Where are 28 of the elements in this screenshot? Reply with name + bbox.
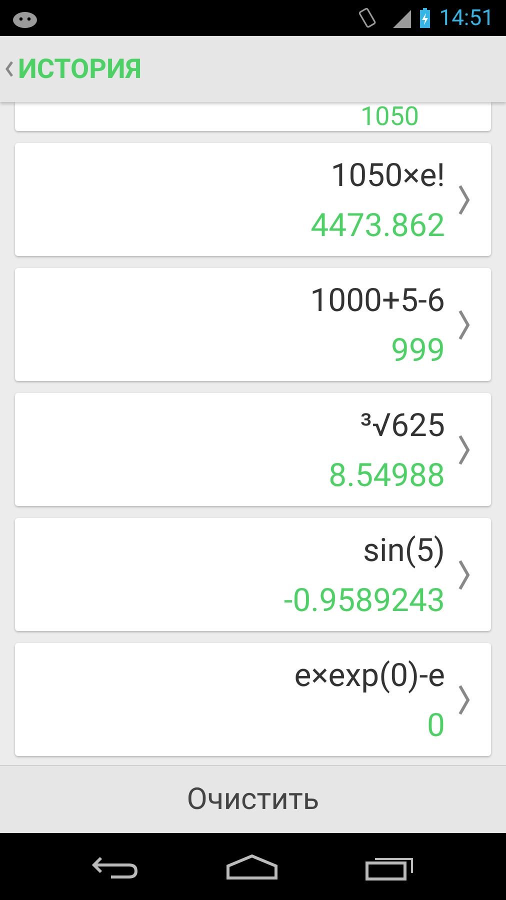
- history-card[interactable]: ³√625 8.54988: [15, 393, 491, 506]
- result-text: 0: [427, 706, 445, 742]
- chevron-right-icon: [457, 184, 471, 216]
- chevron-right-icon: [457, 308, 471, 340]
- clock: 14:51: [439, 4, 494, 32]
- back-chevron-icon: [4, 60, 14, 78]
- chevron-right-icon: [457, 558, 471, 590]
- history-card[interactable]: 1050×e! 4473.862: [15, 143, 491, 256]
- chevron-right-icon: [457, 434, 471, 466]
- result-text: 999: [391, 332, 445, 368]
- chevron-right-icon: [457, 684, 471, 716]
- expression-text: 1000+5-6: [310, 282, 445, 318]
- history-card[interactable]: sin(5) -0.9589243: [15, 518, 491, 631]
- signal-icon: [391, 8, 412, 28]
- result-text: 1050: [360, 103, 419, 131]
- home-icon[interactable]: [225, 854, 279, 880]
- expression-text: ³√625: [360, 406, 445, 442]
- history-card[interactable]: 1000+5-6 999: [15, 268, 491, 381]
- expression-text: 1050×e!: [330, 156, 445, 192]
- clear-button[interactable]: Очистить: [0, 765, 506, 833]
- result-text: 8.54988: [328, 456, 445, 492]
- expression-text: e×exp(0)-e: [294, 656, 445, 692]
- expression-text: sin(5): [362, 532, 445, 568]
- result-text: 4473.862: [310, 206, 445, 242]
- history-card[interactable]: e×exp(0)-e 0: [15, 643, 491, 756]
- result-text: -0.9589243: [284, 582, 445, 618]
- battery-icon: [419, 7, 432, 29]
- screen-title: ИСТОРИЯ: [18, 52, 142, 87]
